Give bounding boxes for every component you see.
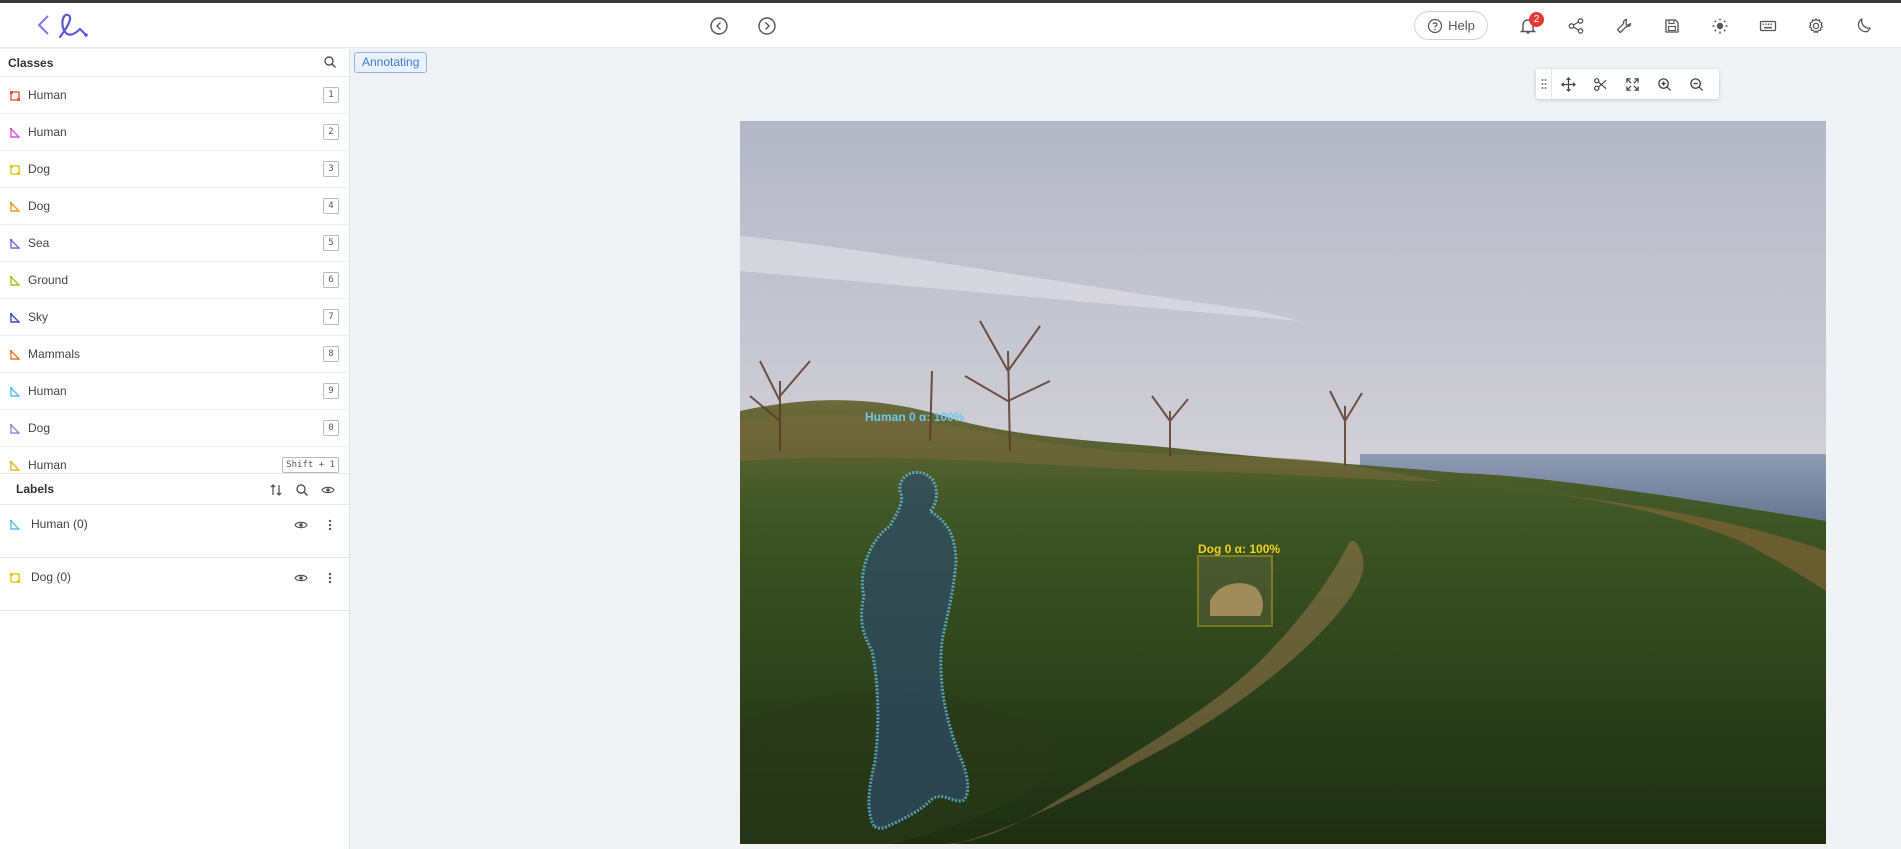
class-row[interactable]: Human 9	[0, 373, 349, 410]
polygon-class-icon	[9, 238, 21, 249]
sun-icon[interactable]	[1710, 16, 1730, 36]
class-row[interactable]: Mammals 8	[0, 336, 349, 373]
class-row[interactable]: Sea 5	[0, 225, 349, 262]
class-shortcut-key: Shift + 1	[282, 457, 339, 473]
pan-tool-button[interactable]	[1552, 69, 1584, 99]
eye-icon[interactable]	[294, 518, 308, 532]
polygon-class-icon	[9, 275, 21, 286]
class-label: Dog	[28, 162, 51, 176]
class-label: Sea	[28, 236, 50, 250]
human-annotation-label[interactable]: Human 0 α: 100%	[865, 410, 964, 424]
logo-icon[interactable]	[56, 11, 90, 41]
search-icon[interactable]	[323, 55, 337, 69]
class-label: Human	[28, 384, 67, 398]
zoom-out-button[interactable]	[1680, 69, 1712, 99]
zoom-in-button[interactable]	[1648, 69, 1680, 99]
fit-screen-button[interactable]	[1616, 69, 1648, 99]
share-icon[interactable]	[1566, 16, 1586, 36]
polygon-class-icon	[9, 349, 21, 360]
class-row[interactable]: Human 1	[0, 77, 349, 114]
moon-icon[interactable]	[1854, 16, 1874, 36]
keyboard-icon[interactable]	[1758, 16, 1778, 36]
class-row[interactable]: Dog 0	[0, 410, 349, 447]
class-label: Sky	[28, 310, 49, 324]
help-icon	[1428, 18, 1443, 33]
zoom-in-icon	[1657, 77, 1671, 91]
class-row[interactable]: Ground 6	[0, 262, 349, 299]
class-label: Dog	[28, 421, 51, 435]
drag-handle-icon[interactable]	[1536, 69, 1552, 99]
label-row[interactable]: Dog (0)	[0, 558, 349, 611]
labels-list: Human (0) Dog (0)	[0, 505, 349, 611]
class-label: Human	[28, 125, 67, 139]
labels-header: Labels	[0, 473, 349, 505]
more-options-icon[interactable]	[326, 571, 334, 585]
top-toolbar: Help 2	[0, 3, 1901, 48]
move-icon	[1560, 76, 1576, 92]
class-label: Human	[28, 88, 67, 102]
help-label: Help	[1448, 18, 1475, 33]
classes-list: Human 1 Human 2 Dog 3 Dog 4 Sea 5 Ground 6 Sky 7 Mamma…	[0, 77, 349, 473]
back-chevron-icon[interactable]	[34, 12, 54, 38]
annotation-canvas[interactable]: Human 0 α: 100% Dog 0 α: 100%	[740, 121, 1826, 844]
previous-icon[interactable]	[709, 16, 729, 36]
polygon-class-icon	[9, 519, 21, 530]
class-row[interactable]: Sky 7	[0, 299, 349, 336]
mode-badge: Annotating	[354, 52, 428, 73]
bbox-class-icon	[10, 90, 20, 101]
class-shortcut-key: 4	[323, 198, 339, 214]
label-text: Human (0)	[31, 517, 88, 531]
more-options-icon[interactable]	[326, 518, 334, 532]
scissors-icon	[1593, 77, 1607, 91]
labels-title: Labels	[16, 482, 55, 496]
class-row[interactable]: Dog 3	[0, 151, 349, 188]
classes-header: Classes	[0, 49, 349, 77]
canvas-toolbar	[1536, 69, 1719, 99]
help-button[interactable]: Help	[1414, 11, 1488, 40]
bbox-class-icon	[10, 572, 20, 583]
polygon-class-icon	[9, 460, 21, 471]
class-shortcut-key: 9	[323, 383, 339, 399]
polygon-class-icon	[9, 423, 21, 434]
class-shortcut-key: 6	[323, 272, 339, 288]
save-icon[interactable]	[1662, 16, 1682, 36]
eye-icon[interactable]	[321, 483, 335, 497]
class-shortcut-key: 7	[323, 309, 339, 325]
class-shortcut-key: 1	[323, 87, 339, 103]
cut-tool-button[interactable]	[1584, 69, 1616, 99]
class-label: Dog	[28, 199, 51, 213]
left-sidebar: Classes Human 1 Human 2 Dog 3 Dog 4 Sea 5 Ground 6 S…	[0, 49, 350, 849]
class-row[interactable]: Human 2	[0, 114, 349, 151]
label-text: Dog (0)	[31, 570, 72, 584]
gear-icon[interactable]	[1806, 16, 1826, 36]
polygon-class-icon	[9, 127, 21, 138]
dog-annotation-label[interactable]: Dog 0 α: 100%	[1198, 542, 1280, 556]
class-row[interactable]: Human Shift + 1	[0, 447, 349, 473]
scene-image	[740, 121, 1826, 844]
class-shortcut-key: 8	[323, 346, 339, 362]
classes-title: Classes	[8, 55, 54, 70]
class-row[interactable]: Dog 4	[0, 188, 349, 225]
next-icon[interactable]	[757, 16, 777, 36]
bbox-class-icon	[10, 164, 20, 175]
class-shortcut-key: 3	[323, 161, 339, 177]
notification-badge: 2	[1529, 12, 1544, 27]
class-label: Mammals	[28, 347, 81, 361]
polygon-class-icon	[9, 201, 21, 212]
class-label: Ground	[28, 273, 69, 287]
polygon-class-icon	[9, 312, 21, 323]
class-shortcut-key: 0	[323, 420, 339, 436]
class-label: Human	[28, 458, 67, 472]
expand-icon	[1625, 77, 1639, 91]
search-icon[interactable]	[295, 483, 309, 497]
class-shortcut-key: 2	[323, 124, 339, 140]
zoom-out-icon	[1689, 77, 1703, 91]
wrench-icon[interactable]	[1614, 16, 1634, 36]
label-row[interactable]: Human (0)	[0, 505, 349, 558]
class-shortcut-key: 5	[323, 235, 339, 251]
polygon-class-icon	[9, 386, 21, 397]
sort-icon[interactable]	[269, 483, 283, 497]
eye-icon[interactable]	[294, 571, 308, 585]
